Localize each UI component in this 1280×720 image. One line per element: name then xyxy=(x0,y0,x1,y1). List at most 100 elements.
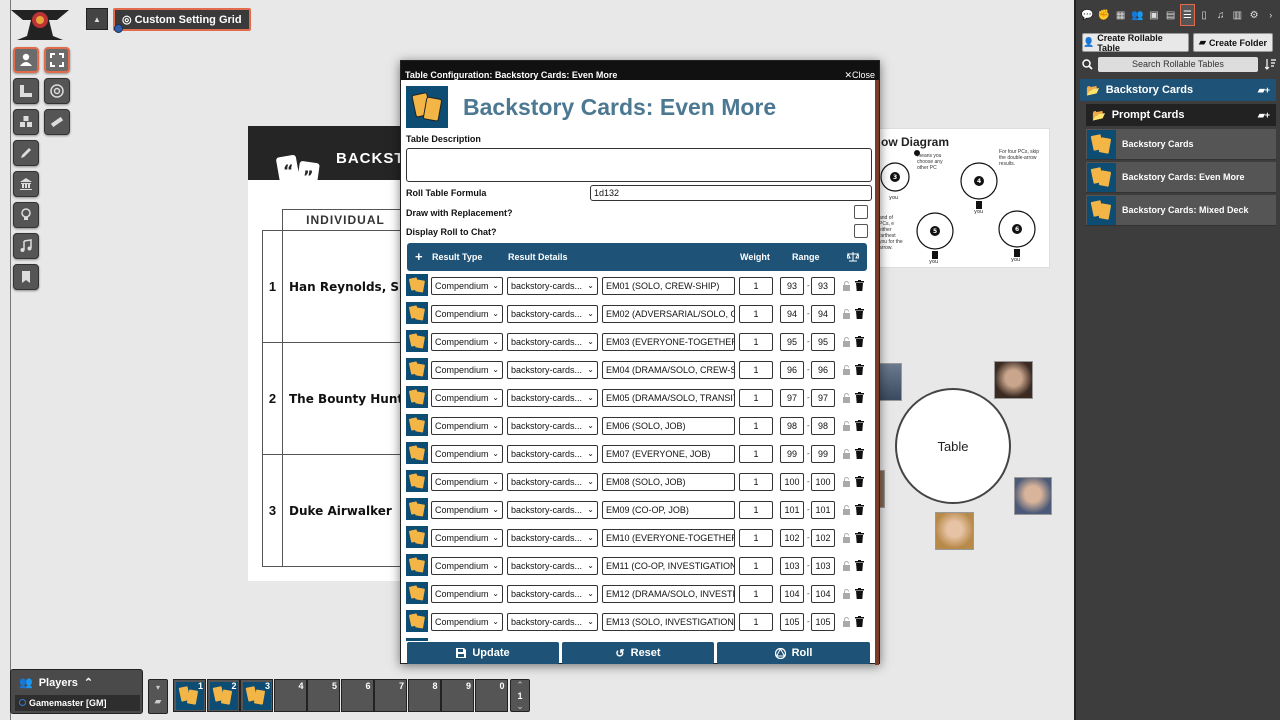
weight-input[interactable]: 1 xyxy=(739,445,773,463)
select-tool-button[interactable] xyxy=(44,47,70,73)
sound-controls-button[interactable] xyxy=(13,233,39,259)
range-high-input[interactable]: 102 xyxy=(811,529,835,547)
result-type-select[interactable]: Compendium ⌄ xyxy=(431,389,503,407)
add-result-button[interactable]: + xyxy=(415,249,423,264)
trash-icon[interactable] xyxy=(855,616,864,627)
result-image-icon[interactable] xyxy=(406,442,428,464)
tab-items[interactable]: ▣ xyxy=(1147,4,1162,26)
range-high-input[interactable]: 99 xyxy=(811,445,835,463)
trash-icon[interactable] xyxy=(855,448,864,459)
trash-icon[interactable] xyxy=(855,364,864,375)
result-collection-select[interactable]: backstory-cards... ⌄ xyxy=(507,529,598,547)
result-image-icon[interactable] xyxy=(406,470,428,492)
result-image-icon[interactable] xyxy=(406,498,428,520)
result-type-select[interactable]: Compendium ⌄ xyxy=(431,333,503,351)
normalize-weights-icon[interactable] xyxy=(847,251,859,262)
sort-icon[interactable] xyxy=(1265,58,1276,70)
tab-tables[interactable]: ☰ xyxy=(1179,4,1195,26)
formula-input[interactable]: 1d132 xyxy=(590,185,872,201)
weight-input[interactable]: 1 xyxy=(739,361,773,379)
reset-button[interactable]: ↺ Reset xyxy=(562,642,714,664)
range-high-input[interactable]: 98 xyxy=(811,417,835,435)
weight-input[interactable]: 1 xyxy=(739,473,773,491)
range-high-input[interactable]: 93 xyxy=(811,277,835,295)
result-image-icon[interactable] xyxy=(406,274,428,296)
result-type-select[interactable]: Compendium ⌄ xyxy=(431,305,503,323)
replacement-checkbox[interactable] xyxy=(854,205,868,219)
update-button[interactable]: Update xyxy=(407,642,559,664)
notes-controls-button[interactable] xyxy=(13,264,39,290)
tiles-controls-button[interactable] xyxy=(13,109,39,135)
range-low-input[interactable]: 96 xyxy=(780,361,804,379)
result-image-icon[interactable] xyxy=(406,302,428,324)
result-type-select[interactable]: Compendium ⌄ xyxy=(431,445,503,463)
result-type-select[interactable]: Compendium ⌄ xyxy=(431,529,503,547)
target-tool-button[interactable] xyxy=(44,78,70,104)
result-type-select[interactable]: Compendium ⌄ xyxy=(431,613,503,631)
tab-compendium[interactable]: ▥ xyxy=(1230,4,1245,26)
weight-input[interactable]: 1 xyxy=(739,557,773,575)
result-image-icon[interactable] xyxy=(406,330,428,352)
weight-input[interactable]: 1 xyxy=(739,417,773,435)
macro-slot[interactable]: 0 xyxy=(474,679,508,712)
range-low-input[interactable]: 103 xyxy=(780,557,804,575)
description-editor[interactable] xyxy=(406,148,872,182)
table-token[interactable]: Table xyxy=(895,388,1011,504)
chevron-up-icon[interactable]: ⌃ xyxy=(511,680,529,691)
create-table-button[interactable]: 👤 Create Rollable Table xyxy=(1082,33,1189,53)
folder-icon[interactable]: ▰ xyxy=(149,696,167,707)
result-collection-select[interactable]: backstory-cards... ⌄ xyxy=(507,501,598,519)
range-high-input[interactable]: 96 xyxy=(811,361,835,379)
result-image-icon[interactable] xyxy=(406,638,428,641)
trash-icon[interactable] xyxy=(855,392,864,403)
range-high-input[interactable]: 105 xyxy=(811,613,835,631)
dialog-scrollbar[interactable] xyxy=(875,80,879,665)
weight-input[interactable]: 1 xyxy=(739,277,773,295)
result-text-input[interactable]: EM01 (SOLO, CREW-SHIP) xyxy=(602,277,735,295)
result-collection-select[interactable]: backstory-cards... ⌄ xyxy=(507,333,598,351)
player-token[interactable] xyxy=(935,512,974,550)
result-text-input[interactable]: EM02 (ADVERSARIAL/SOLO, CREW xyxy=(602,305,735,323)
macro-slot[interactable]: 8 xyxy=(407,679,441,712)
table-entry[interactable]: Backstory Cards: Mixed Deck xyxy=(1086,195,1276,226)
tab-chat[interactable]: 💬 xyxy=(1080,4,1095,26)
range-high-input[interactable]: 95 xyxy=(811,333,835,351)
trash-icon[interactable] xyxy=(855,420,864,431)
tab-journal[interactable]: ▤ xyxy=(1163,4,1178,26)
players-header[interactable]: 👥 Players ⌃ xyxy=(19,676,93,690)
result-collection-select[interactable]: backstory-cards... ⌄ xyxy=(507,277,598,295)
player-token[interactable] xyxy=(877,363,902,401)
result-type-select[interactable]: Compendium ⌄ xyxy=(431,361,503,379)
result-text-input[interactable]: EM04 (DRAMA/SOLO, CREW-SHIP xyxy=(602,361,735,379)
tab-cards[interactable]: ▯ xyxy=(1197,4,1212,26)
range-low-input[interactable]: 99 xyxy=(780,445,804,463)
lock-icon[interactable] xyxy=(842,589,851,599)
drawing-tools-button[interactable] xyxy=(13,140,39,166)
range-high-input[interactable]: 100 xyxy=(811,473,835,491)
close-button[interactable]: ✕Close xyxy=(844,61,875,89)
token-controls-button[interactable] xyxy=(13,47,39,73)
tab-combat[interactable]: ✊ xyxy=(1097,4,1112,26)
result-type-select[interactable]: Compendium ⌄ xyxy=(431,417,503,435)
lock-icon[interactable] xyxy=(842,533,851,543)
lighting-controls-button[interactable] xyxy=(13,202,39,228)
result-type-select[interactable]: Compendium ⌄ xyxy=(431,585,503,603)
table-entry[interactable]: Backstory Cards xyxy=(1086,129,1276,160)
flow-diagram-tile[interactable]: ow Diagram means you choose any other PC… xyxy=(878,128,1050,268)
backstory-card-tile[interactable]: “ ” BACKST INDIVIDUAL 1 Han Reynolds, Sm… xyxy=(248,126,408,581)
macro-slot[interactable]: 2 xyxy=(206,679,240,712)
range-low-input[interactable]: 95 xyxy=(780,333,804,351)
result-text-input[interactable]: EM13 (SOLO, INVESTIGATION) xyxy=(602,613,735,631)
result-type-select[interactable]: Compendium ⌄ xyxy=(431,473,503,491)
result-collection-select[interactable]: backstory-cards... ⌄ xyxy=(507,361,598,379)
lock-icon[interactable] xyxy=(842,617,851,627)
hotbar-page-control[interactable]: ⌃ 1 ⌄ xyxy=(510,679,530,712)
trash-icon[interactable] xyxy=(855,308,864,319)
collapse-nav-button[interactable]: ▲ xyxy=(86,8,108,30)
tile-browser-button[interactable] xyxy=(44,109,70,135)
weight-input[interactable]: 1 xyxy=(739,585,773,603)
range-high-input[interactable]: 94 xyxy=(811,305,835,323)
range-low-input[interactable]: 98 xyxy=(780,417,804,435)
lock-icon[interactable] xyxy=(842,393,851,403)
result-collection-select[interactable]: backstory-cards... ⌄ xyxy=(507,585,598,603)
